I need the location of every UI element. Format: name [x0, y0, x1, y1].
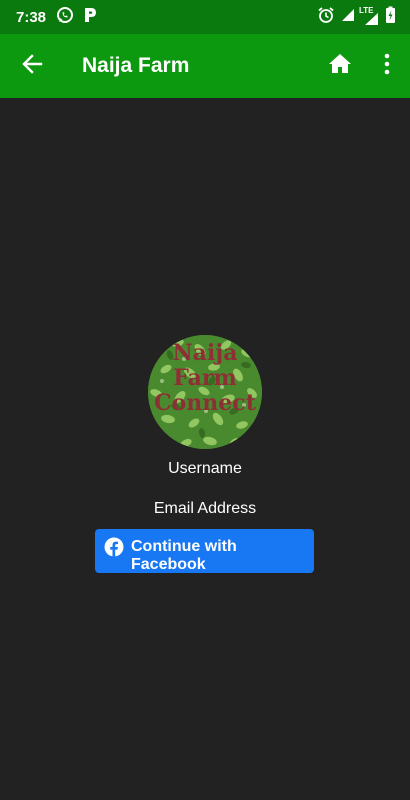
- logo-line: Naija: [172, 340, 238, 366]
- facebook-icon: [104, 537, 131, 562]
- lte-signal-icon: LTE: [359, 6, 379, 26]
- logo-line: Farm: [173, 365, 237, 391]
- username-label: Username: [168, 460, 242, 477]
- logo-text: Naija Farm Connect: [148, 341, 262, 416]
- profile-avatar: Naija Farm Connect: [148, 335, 262, 449]
- profile-screen: Naija Farm Connect Username Email Addres…: [0, 98, 410, 800]
- more-vert-icon: [384, 53, 390, 80]
- facebook-button-label: Continue with Facebook: [131, 538, 237, 573]
- more-options-button[interactable]: [364, 34, 410, 98]
- status-time: 7:38: [16, 8, 47, 26]
- continue-with-facebook-button[interactable]: Continue with Facebook: [95, 529, 314, 573]
- alarm-icon: [317, 6, 335, 29]
- logo-line: Connect: [154, 390, 256, 416]
- battery-charging-icon: [385, 6, 396, 29]
- p-icon: [82, 6, 98, 29]
- app-title: Naija Farm: [82, 54, 190, 77]
- status-notification-icons: [56, 6, 98, 29]
- status-system-icons: LTE: [317, 6, 396, 29]
- signal-icon: [341, 8, 355, 27]
- status-bar: 7:38 LTE: [0, 0, 410, 34]
- arrow-back-icon: [21, 53, 43, 80]
- home-button[interactable]: [316, 34, 364, 98]
- email-label: Email Address: [153, 500, 257, 517]
- home-icon: [328, 52, 352, 81]
- whatsapp-icon: [56, 6, 74, 29]
- back-button[interactable]: [0, 34, 64, 98]
- app-bar-actions: [316, 34, 410, 98]
- app-bar: Naija Farm: [0, 34, 410, 98]
